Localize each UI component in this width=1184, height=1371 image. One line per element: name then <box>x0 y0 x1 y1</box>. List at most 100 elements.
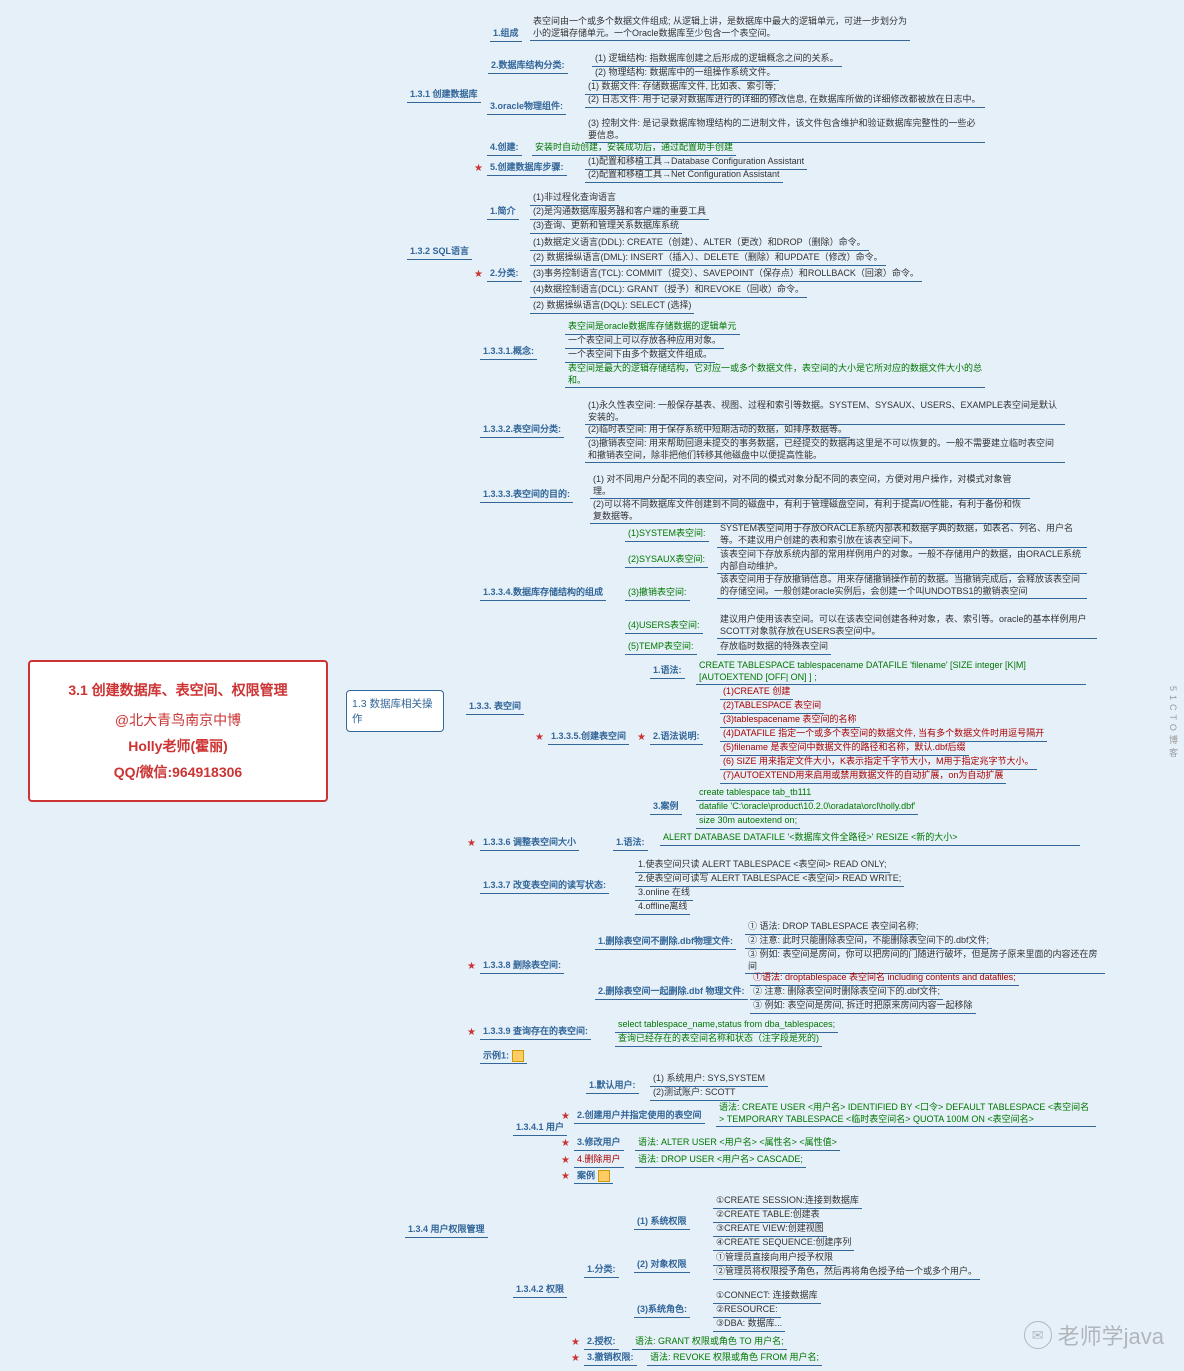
n1342-1ba: ①管理员直接向用户授予权限 <box>713 1251 836 1266</box>
node-133x[interactable]: 示例1: <box>480 1049 527 1064</box>
n1331b: 一个表空间上可以存放各种应用对象。 <box>565 334 724 349</box>
n1342-1bl[interactable]: (2) 对象权限 <box>634 1258 690 1273</box>
node-132[interactable]: 1.3.2 SQL语言 <box>407 245 472 260</box>
n1341-1l[interactable]: 1.默认用户: <box>586 1079 639 1094</box>
note-icon[interactable] <box>598 1170 610 1182</box>
n1338-1b: ② 注意: 此时只能删除表空间，不能删除表空间下的.dbf文件; <box>745 934 992 949</box>
node-131-3b: (2) 日志文件: 用于记录对数据库进行的详细的修改信息, 在数据库所做的详细修… <box>585 93 985 108</box>
n1338-2l[interactable]: 2.删除表空间一起删除.dbf 物理文件: <box>595 985 748 1000</box>
n1334a3l[interactable]: (3)撤销表空间: <box>625 586 690 601</box>
n1335-1t: CREATE TABLESPACE tablespacename DATAFIL… <box>696 659 1086 685</box>
n1338-1l[interactable]: 1.删除表空间不删除.dbf物理文件: <box>595 935 736 950</box>
node-131-5l[interactable]: 5.创建数据库步骤: <box>487 161 567 176</box>
n1334a4l[interactable]: (4)USERS表空间: <box>625 619 703 634</box>
root-contact: QQ/微信:964918306 <box>48 762 308 782</box>
node-132-2c: (3)事务控制语言(TCL): COMMIT（提交）、SAVEPOINT（保存点… <box>530 267 922 282</box>
node-132-1l[interactable]: 1.简介 <box>487 205 519 220</box>
n1341-5l[interactable]: 案例 <box>574 1169 613 1184</box>
n1342-1aa: ①CREATE SESSION:连接到数据库 <box>713 1194 862 1209</box>
n1334a5l[interactable]: (5)TEMP表空间: <box>625 640 697 655</box>
node-1337[interactable]: 1.3.3.7 改变表空间的读写状态: <box>480 879 609 894</box>
node-132-2a: (1)数据定义语言(DDL): CREATE（创建）、ALTER（更改）和DRO… <box>530 236 869 251</box>
n1334a3t: 该表空间用于存放撤销信息。用来存储撤销操作前的数据。当撤销完成后，会释放该表空间… <box>717 573 1087 599</box>
node-131[interactable]: 1.3.1 创建数据库 <box>407 88 481 103</box>
n1342-1cl[interactable]: (3)系统角色: <box>634 1303 690 1318</box>
n1341-4t: 语法: DROP USER <用户名> CASCADE; <box>635 1153 806 1168</box>
n1334a1t: SYSTEM表空间用于存放ORACLE系统内部表和数据字典的数据，如表名、列名、… <box>717 522 1087 548</box>
watermark-text: 老师学java <box>1058 1319 1164 1351</box>
node-131-3c: (3) 控制文件: 是记录数据库物理结构的二进制文件，该文件包含维护和验证数据库… <box>585 117 985 143</box>
node-1333[interactable]: 1.3.3.3.表空间的目的: <box>480 488 573 503</box>
n1331d: 表空间是最大的逻辑存储结构，它对应一或多个数据文件，表空间的大小是它所对应的数据… <box>565 362 985 388</box>
n1342-1ca: ①CONNECT: 连接数据库 <box>713 1289 821 1304</box>
node-1332[interactable]: 1.3.3.2.表空间分类: <box>480 423 564 438</box>
node-131-5b: (2)配置和移植工具→Net Configuration Assistant <box>585 168 783 183</box>
n1334a2l[interactable]: (2)SYSAUX表空间: <box>625 553 708 568</box>
mindmap-canvas: 3.1 创建数据库、表空间、权限管理 @北大青鸟南京中博 Holly老师(霍丽)… <box>10 10 1174 1361</box>
sidebar-signature: 51CTO博客 <box>1167 686 1180 761</box>
n1332b: (2)临时表空间: 用于保存系统中短期活动的数据，如排序数据等。 <box>585 423 850 438</box>
node-1336[interactable]: 1.3.3.6 调整表空间大小 <box>480 836 579 851</box>
n1332c: (3)撤销表空间: 用来帮助回退未提交的事务数据，已经提交的数据再这里是不可以恢… <box>585 437 1065 463</box>
n1342-1cc: ③DBA: 数据库... <box>713 1317 785 1332</box>
node-131-3l[interactable]: 3.oracle物理组件: <box>487 100 566 115</box>
n1335-3l[interactable]: 3.案例 <box>650 800 682 815</box>
root-node[interactable]: 3.1 创建数据库、表空间、权限管理 @北大青鸟南京中博 Holly老师(霍丽)… <box>28 660 328 802</box>
node-1342[interactable]: 1.3.4.2 权限 <box>513 1283 567 1298</box>
node-132-1c: (3)查询、更新和管理关系数据库系统 <box>530 219 682 234</box>
watermark: ✉ 老师学java <box>1024 1319 1164 1351</box>
n1341-4l[interactable]: 4.删除用户 <box>574 1153 624 1168</box>
main-node[interactable]: 1.3 数据库相关操作 <box>346 690 444 732</box>
n1341-2t: 语法: CREATE USER <用户名> IDENTIFIED BY <口令>… <box>716 1101 1096 1127</box>
n1342-1l[interactable]: 1.分类: <box>584 1263 619 1278</box>
node-132-2l[interactable]: 2.分类: <box>487 267 522 282</box>
n1335-1l[interactable]: 1.语法: <box>650 664 685 679</box>
n1335-3c: size 30m autoextend on; <box>696 814 800 829</box>
n1335-3a: create tablespace tab_tb111 <box>696 786 814 801</box>
node-131-1t: 表空间由一个或多个数据文件组成; 从逻辑上讲，是数据库中最大的逻辑单元，可进一步… <box>530 15 910 41</box>
node-132-1b: (2)是沟通数据库服务器和客户端的重要工具 <box>530 205 709 220</box>
node-1339[interactable]: 1.3.3.9 查询存在的表空间: <box>480 1025 591 1040</box>
n1342-3l[interactable]: 3.撤销权限: <box>584 1351 637 1366</box>
node-1335[interactable]: 1.3.3.5.创建表空间 <box>548 730 629 745</box>
node-132-1a: (1)非过程化查询语言 <box>530 191 619 206</box>
n1341-2l[interactable]: 2.创建用户并指定使用的表空间 <box>574 1109 705 1124</box>
root-title: 3.1 创建数据库、表空间、权限管理 <box>48 680 308 700</box>
n1331a: 表空间是oracle数据库存储数据的逻辑单元 <box>565 320 740 335</box>
node-131-4t: 安装时自动创建，安装成功后，通过配置助手创建 <box>532 141 736 156</box>
n1338-2b: ② 注意: 删除表空间时删除表空间下的.dbf文件; <box>750 985 943 1000</box>
node-1331[interactable]: 1.3.3.1.概念: <box>480 345 537 360</box>
n1333a: (1) 对不同用户分配不同的表空间，对不同的模式对象分配不同的表空间，方便对用户… <box>590 473 1030 499</box>
n1339b: 查询已经存在的表空间名称和状态（注字段是死的) <box>615 1032 822 1047</box>
n1334a1l[interactable]: (1)SYSTEM表空间: <box>625 527 709 542</box>
n1336-1[interactable]: 1.语法: <box>613 836 648 851</box>
n1341-1b: (2)测试账户: SCOTT <box>650 1086 739 1101</box>
node-1334[interactable]: 1.3.3.4.数据库存储结构的组成 <box>480 586 606 601</box>
n1342-2l[interactable]: 2.授权: <box>584 1335 619 1350</box>
n1335-2b: (2)TABLESPACE 表空间 <box>720 699 824 714</box>
n1339a: select tablespace_name,status from dba_t… <box>615 1018 838 1033</box>
n1335-2d: (4)DATAFILE 指定一个或多个表空间的数据文件, 当有多个数据文件时用逗… <box>720 727 1047 742</box>
node-131-4l[interactable]: 4.创建: <box>487 141 522 156</box>
node-131-1l[interactable]: 1.组成 <box>490 27 522 42</box>
node-133[interactable]: 1.3.3. 表空间 <box>466 700 524 715</box>
n1335-2l[interactable]: 2.语法说明: <box>650 730 703 745</box>
node-131-2a: (1) 逻辑结构: 指数据库创建之后形成的逻辑概念之间的关系。 <box>592 52 842 67</box>
n1334a4t: 建议用户使用该表空间。可以在该表空间创建各种对象，表、索引等。oracle的基本… <box>717 613 1097 639</box>
n1331c: 一个表空间下由多个数据文件组成。 <box>565 348 715 363</box>
n1333b: (2)可以将不同数据库文件创建到不同的磁盘中，有利于管理磁盘空间，有利于提高I/… <box>590 498 1030 524</box>
n1342-1al[interactable]: (1) 系统权限 <box>634 1215 690 1230</box>
n1337b: 2.使表空间可读写 ALERT TABLESPACE <表空间> READ WR… <box>635 872 904 887</box>
n1335-3b: datafile 'C:\oracle\product\10.2.0\orada… <box>696 800 918 815</box>
n1335-2e: (5)filename 是表空间中数据文件的路径和名称，默认.dbf后缀 <box>720 741 969 756</box>
n1341-3l[interactable]: 3.修改用户 <box>574 1136 624 1151</box>
n1335-2a: (1)CREATE 创建 <box>720 685 793 700</box>
node-131-2b: (2) 物理结构: 数据库中的一组操作系统文件。 <box>592 66 779 81</box>
node-134[interactable]: 1.3.4 用户权限管理 <box>405 1223 488 1238</box>
node-132-2d: (4)数据控制语言(DCL): GRANT（授予）和REVOKE（回收）命令。 <box>530 283 807 298</box>
node-1341[interactable]: 1.3.4.1 用户 <box>513 1121 567 1136</box>
node-131-2l[interactable]: 2.数据库结构分类: <box>488 59 568 74</box>
n1338-2c: ③ 例如: 表空间是房间, 拆迁时把原来房间内容一起移除 <box>750 999 976 1014</box>
note-icon[interactable] <box>512 1050 524 1062</box>
node-1338[interactable]: 1.3.3.8 删除表空间: <box>480 959 564 974</box>
